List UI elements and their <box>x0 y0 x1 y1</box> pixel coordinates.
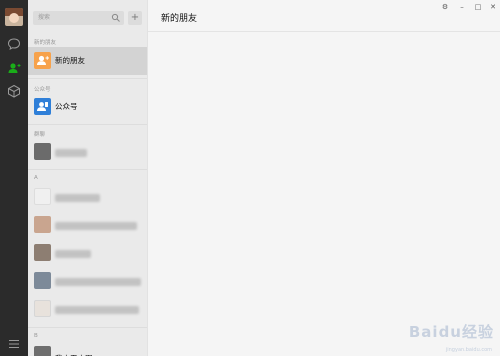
blurred-name <box>55 250 91 258</box>
blurred-name <box>55 306 139 314</box>
add-contact-button[interactable]: + <box>128 11 142 25</box>
settings-icon[interactable]: ⚙ <box>439 2 451 12</box>
group-avatar <box>34 143 51 160</box>
blurred-name <box>55 278 141 286</box>
list-item-contact[interactable] <box>28 239 147 267</box>
maximize-button[interactable]: □ <box>472 2 484 12</box>
watermark-logo: Baidu经验 <box>408 323 494 341</box>
section-header-letter-a: A <box>34 175 38 181</box>
minimize-button[interactable]: – <box>456 2 468 12</box>
contact-list-panel: 搜索 + 新的朋友 新的朋友 公众号 公众号 群聊 A B <box>28 0 147 356</box>
official-account-icon <box>34 98 51 115</box>
contact-avatar <box>34 346 51 356</box>
search-input[interactable]: 搜索 <box>33 11 124 25</box>
contact-avatar <box>34 300 51 317</box>
watermark-url: jingyan.baidu.com <box>445 347 492 353</box>
menu-icon[interactable] <box>7 337 21 351</box>
section-header-letter-b: B <box>34 333 38 339</box>
divider <box>28 169 147 170</box>
search-placeholder: 搜索 <box>38 14 51 21</box>
list-item-contact[interactable] <box>28 183 147 211</box>
user-avatar[interactable] <box>5 8 23 26</box>
list-item-contact[interactable] <box>28 295 147 323</box>
contact-avatar <box>34 188 51 205</box>
divider <box>28 78 147 79</box>
list-item-contact[interactable]: 我小天小田 <box>28 341 147 356</box>
list-item-group-chat[interactable] <box>28 138 147 166</box>
page-title: 新的朋友 <box>161 14 198 24</box>
list-item-new-friends[interactable]: 新的朋友 <box>28 47 147 75</box>
new-friend-icon <box>34 52 51 69</box>
close-button[interactable]: ✕ <box>487 2 499 12</box>
divider <box>28 327 147 328</box>
list-item-label: 我小天小田 <box>55 345 93 356</box>
contacts-icon[interactable] <box>7 61 21 75</box>
list-item-contact[interactable] <box>28 267 147 295</box>
list-item-label: 新的朋友 <box>55 56 85 65</box>
contact-avatar <box>34 244 51 261</box>
left-rail <box>0 0 28 356</box>
divider <box>28 124 147 125</box>
section-header-new-friends: 新的朋友 <box>34 40 57 46</box>
chat-icon[interactable] <box>7 37 21 51</box>
main-pane: 新的朋友 ⚙ – □ ✕ Baidu经验 jingyan.baidu.com <box>147 0 500 356</box>
list-item-label: 公众号 <box>55 102 78 111</box>
collection-icon[interactable] <box>7 84 21 98</box>
contact-avatar <box>34 216 51 233</box>
list-item-official-accounts[interactable]: 公众号 <box>28 93 147 121</box>
contact-avatar <box>34 272 51 289</box>
blurred-name <box>55 149 87 157</box>
blurred-name <box>55 222 137 230</box>
search-icon <box>111 13 120 22</box>
section-header-group-chats: 群聊 <box>34 132 46 138</box>
blurred-name <box>55 194 100 202</box>
list-item-contact[interactable] <box>28 211 147 239</box>
section-header-official-accounts: 公众号 <box>34 87 51 93</box>
